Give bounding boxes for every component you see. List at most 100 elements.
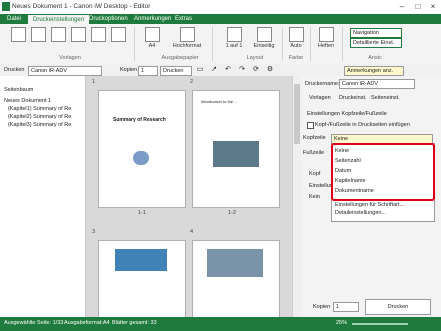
refresh-icon[interactable]: ⟳ xyxy=(252,66,260,74)
page-heading: Introduction to the ... xyxy=(201,99,238,104)
page-tree-title: Seitenbaum xyxy=(4,87,34,93)
page-thumbnail[interactable]: Summary of Research xyxy=(98,90,186,208)
print-button[interactable]: Drucken xyxy=(365,299,431,315)
group-label-layout: Layout xyxy=(246,55,264,61)
page-thumbnail[interactable] xyxy=(98,240,186,317)
tree-item-chapter[interactable]: (Kapitel3) Summary of Re xyxy=(8,122,71,128)
other-label: Kein xyxy=(309,194,321,200)
printer-name-label: Druckername: xyxy=(305,81,340,87)
page-number: 4 xyxy=(190,229,194,235)
photo-image xyxy=(213,141,259,167)
window-title: Neues Dokument 1 - Canon iW Desktop - Ed… xyxy=(12,3,151,10)
template-icon xyxy=(50,27,66,42)
copies-input[interactable]: 1 xyxy=(138,66,158,76)
template-icon xyxy=(90,27,106,42)
tab-datei[interactable]: Datei xyxy=(2,14,26,24)
layout-icon xyxy=(226,27,242,42)
printer-label: Drucken xyxy=(4,67,25,73)
header-footer-title: Einstellungen Kopfzeile/Fußzeile xyxy=(307,111,387,117)
color-mode-label: Auto xyxy=(290,43,302,49)
page-number: 3 xyxy=(92,229,96,235)
selected-page-status: Ausgewählte Seite: 1/33 xyxy=(4,320,64,326)
template-4-button[interactable] xyxy=(70,27,86,43)
group-divider xyxy=(310,27,311,61)
copies-label: Kopien xyxy=(313,304,331,310)
tab-seiteneinst[interactable]: Seiteneinst. xyxy=(371,95,400,101)
template-6-button[interactable] xyxy=(110,27,126,43)
close-icon[interactable]: × xyxy=(425,0,441,13)
pages-per-sheet-label: 1 auf 1 xyxy=(225,43,243,49)
copies-input[interactable]: 1 xyxy=(333,302,359,312)
template-1-button[interactable] xyxy=(10,27,26,43)
orientation-icon xyxy=(179,27,195,42)
paper-size-button[interactable]: A4 xyxy=(140,27,164,49)
orientation-button[interactable]: Hochformat xyxy=(168,27,206,49)
template-icon xyxy=(30,27,46,42)
staple-label: Heften xyxy=(317,43,335,49)
printer-name-select[interactable]: Canon iR-ADV xyxy=(339,79,415,89)
copies-label: Kopien xyxy=(120,67,138,73)
one-sided-label: Einseitig xyxy=(253,43,275,49)
ribbon-tab-bar: Datei Druckeinstellungen Druckoptionen A… xyxy=(0,14,441,25)
color-mode-button[interactable]: Auto xyxy=(286,27,306,49)
maximize-icon[interactable]: □ xyxy=(410,0,426,13)
page-thumbnail[interactable] xyxy=(192,240,280,317)
title-bar: Neues Dokument 1 - Canon iW Desktop - Ed… xyxy=(0,0,441,15)
header-footer-checkbox[interactable] xyxy=(307,122,314,129)
one-sided-button[interactable]: Einseitig xyxy=(250,27,278,49)
redo-icon[interactable]: ↷ xyxy=(238,66,246,74)
app-icon xyxy=(2,2,10,11)
total-sheets-status: Blätter gesamt: 33 xyxy=(112,320,157,326)
photo-image xyxy=(207,249,263,277)
minimize-icon[interactable]: – xyxy=(394,0,410,13)
template-icon xyxy=(10,27,26,42)
highlight-frame xyxy=(331,143,435,201)
tab-vorlagen[interactable]: Vorlagen xyxy=(309,95,331,101)
page-caption: 1-1 xyxy=(138,210,146,216)
header-label: Kopfzeile xyxy=(303,135,326,141)
staple-button[interactable]: Heften xyxy=(314,27,338,49)
page-thumbnail[interactable]: Introduction to the ... xyxy=(192,90,280,208)
group-label-vorlagen: Vorlagen xyxy=(59,55,81,61)
template-5-button[interactable] xyxy=(90,27,106,43)
pages-per-sheet-button[interactable]: 1 auf 1 xyxy=(222,27,246,49)
template-3-button[interactable] xyxy=(50,27,66,43)
ribbon: Vorlagen A4 Hochformat Ausgabepapier 1 a… xyxy=(0,24,441,65)
group-divider xyxy=(212,27,213,61)
page-preview-area[interactable]: 1 Summary of Research 1-1 2 Introduction… xyxy=(86,76,292,317)
scrollbar-thumb[interactable] xyxy=(294,84,300,144)
printer-select[interactable]: Canon iR-ADV xyxy=(28,66,102,76)
tab-druckeinst[interactable]: Druckeinst. xyxy=(339,95,367,101)
arrow-icon[interactable]: ↗ xyxy=(210,66,218,74)
duplex-icon xyxy=(256,27,272,42)
dropdown-option-font-settings[interactable]: Einstellungen für Schriftart... xyxy=(335,202,404,208)
page-heading: Summary of Research xyxy=(113,117,166,123)
group-divider xyxy=(134,27,135,61)
color-icon xyxy=(288,27,304,42)
zoom-level: 25% xyxy=(336,320,348,326)
logo-image xyxy=(133,151,149,165)
tab-extras[interactable]: Extras xyxy=(170,14,197,24)
orientation-label: Hochformat xyxy=(172,43,202,49)
navigation-button[interactable]: Navigation xyxy=(350,28,402,38)
group-label-farbe: Farbe xyxy=(288,55,304,61)
tree-item-document[interactable]: Neues Dokument 1 xyxy=(4,98,51,104)
detailed-settings-button[interactable]: Detaillierte Einst. xyxy=(350,38,402,48)
undo-icon[interactable]: ↶ xyxy=(224,66,232,74)
dropdown-option-detail-settings[interactable]: Detaileinstellungen... xyxy=(335,210,386,216)
show-annotations-button[interactable]: Anmerkungen anz. xyxy=(344,66,404,76)
tree-item-chapter[interactable]: (Kapitel1) Summary of Re xyxy=(8,106,71,112)
tab-druckoptionen[interactable]: Druckoptionen xyxy=(84,14,133,24)
group-label-ausgabepapier: Ausgabepapier xyxy=(161,55,199,61)
template-icon xyxy=(110,27,126,42)
preview-scrollbar[interactable] xyxy=(292,76,301,317)
page-icon[interactable]: ▭ xyxy=(196,66,204,74)
page-caption: 1-2 xyxy=(228,210,236,216)
zoom-slider[interactable] xyxy=(352,323,408,325)
template-2-button[interactable] xyxy=(30,27,46,43)
staple-icon xyxy=(318,27,334,42)
print-button[interactable]: Drucken xyxy=(160,66,192,76)
tree-item-chapter[interactable]: (Kapitel2) Summary of Re xyxy=(8,114,71,120)
other-label: Kopf xyxy=(309,171,321,177)
settings-icon[interactable]: ⚙ xyxy=(266,66,274,74)
